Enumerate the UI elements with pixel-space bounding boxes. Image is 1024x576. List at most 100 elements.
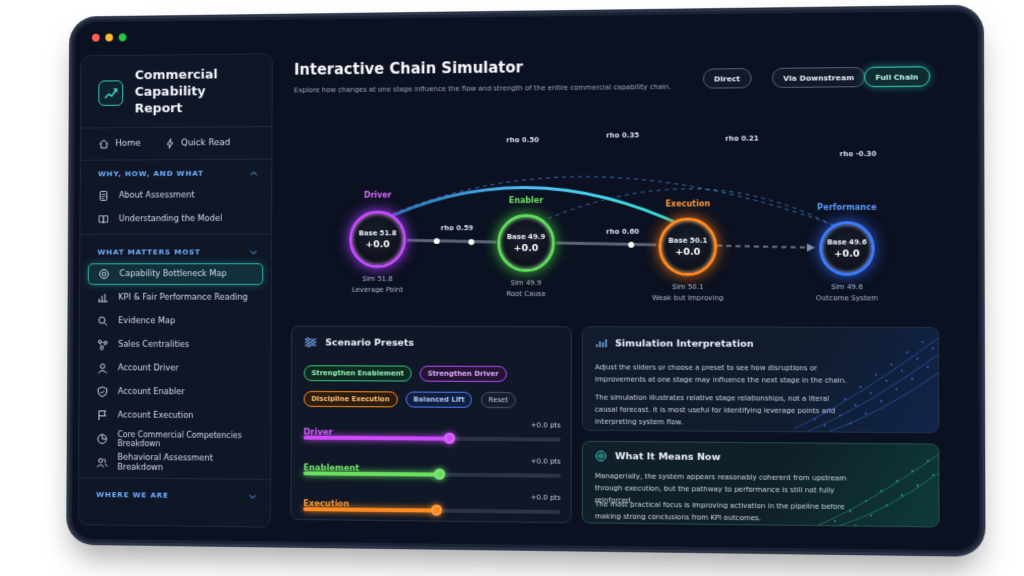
slider-track[interactable] <box>303 504 561 516</box>
slider-enablement: Enablement +0.0 pts <box>303 455 561 480</box>
flow-dot <box>433 238 440 245</box>
sidebar-item-account-driver[interactable]: Account Driver <box>87 357 263 379</box>
sidebar-item-label: Account Execution <box>117 410 194 421</box>
slider-track[interactable] <box>303 468 561 480</box>
sidebar-item-core-competencies[interactable]: Core Commercial Competencies Breakdown <box>87 428 263 451</box>
node-enabler-title: Enabler <box>508 195 544 206</box>
node-sim: Sim 49.9 <box>510 278 542 288</box>
book-icon <box>98 213 110 225</box>
document-icon <box>98 190 110 202</box>
sidebar-item-label: About Assessment <box>118 190 195 201</box>
node-sim: Sim 50.1 <box>672 283 704 292</box>
node-enabler[interactable]: Base 49.9 +0.0 <box>497 213 556 273</box>
node-role: Outcome System <box>816 294 879 303</box>
slider-handle[interactable] <box>433 468 445 480</box>
home-icon <box>98 138 110 150</box>
what-it-means-panel: What It Means Now Managerially, the syst… <box>581 440 940 528</box>
node-delta: +0.0 <box>513 242 539 254</box>
mode-direct-button[interactable]: Direct <box>702 68 752 89</box>
quick-read-button[interactable]: Quick Read <box>158 135 236 151</box>
sidebar-item-sales-centralities[interactable]: Sales Centralities <box>87 334 263 356</box>
preset-reset[interactable]: Reset <box>480 391 516 409</box>
section-where-we-are[interactable]: WHERE WE ARE <box>79 482 270 506</box>
slider-track[interactable] <box>303 432 561 444</box>
bar-chart-icon <box>97 292 109 304</box>
meaning-title: What It Means Now <box>614 450 721 463</box>
link-enabler-execution <box>556 243 656 245</box>
node-driver-title: Driver <box>363 190 392 200</box>
scenario-presets-panel: Scenario Presets Strengthen Enablement S… <box>290 325 572 524</box>
page-subtitle: Explore how changes at one stage influen… <box>293 82 672 95</box>
preset-discipline-execution[interactable]: Discipline Execution <box>303 390 398 408</box>
top-nav: Home Quick Read <box>80 126 272 161</box>
slider-fill <box>303 435 450 441</box>
rho-arc-3: rho -0.30 <box>839 149 877 159</box>
section-what-matters-most[interactable]: WHAT MATTERS MOST <box>80 239 271 262</box>
interpretation-paragraph-1: Adjust the sliders or choose a preset to… <box>594 363 847 385</box>
preset-balanced-lift[interactable]: Balanced Lift <box>405 391 473 408</box>
slider-fill <box>303 471 439 477</box>
node-delta: +0.0 <box>675 246 701 258</box>
sidebar-item-label: Evidence Map <box>118 316 176 327</box>
mode-via-downstream-button[interactable]: Via Downstream <box>771 66 866 89</box>
node-delta: +0.0 <box>834 247 860 260</box>
sidebar-item-understanding-model[interactable]: Understanding the Model <box>88 208 263 230</box>
sidebar-item-account-execution[interactable]: Account Execution <box>87 404 263 427</box>
rho-arc-1: rho 0.35 <box>606 131 640 140</box>
scenario-presets-header: Scenario Presets <box>304 336 414 348</box>
simulation-interpretation-panel: Simulation Interpretation Adjust the sli… <box>581 326 940 434</box>
node-execution-caption: Sim 50.1 Weak but Improving <box>637 282 738 304</box>
interpretation-header: Simulation Interpretation <box>595 337 754 350</box>
node-role: Leverage Point <box>351 285 404 294</box>
mode-full-chain-button[interactable]: Full Chain <box>864 66 930 88</box>
close-dot[interactable] <box>91 33 100 42</box>
node-performance[interactable]: Base 49.6 +0.0 <box>819 221 875 276</box>
preset-strengthen-driver[interactable]: Strengthen Driver <box>419 365 507 383</box>
sidebar-item-capability-bottleneck-map[interactable]: Capability Bottleneck Map <box>87 263 264 285</box>
section-why-how-what[interactable]: WHY, HOW, AND WHAT <box>81 160 272 184</box>
flow-dot <box>628 241 635 248</box>
brand: Commercial Capability Report <box>81 66 272 127</box>
window-controls <box>91 33 127 42</box>
chain-diagram: rho 0.50 rho 0.35 rho 0.21 rho -0.30 rho… <box>280 107 952 311</box>
sidebar-item-label: Capability Bottleneck Map <box>119 269 227 280</box>
sidebar-item-evidence-map[interactable]: Evidence Map <box>87 310 263 332</box>
node-base: Base 49.9 <box>506 232 546 241</box>
sidebar-item-about-assessment[interactable]: About Assessment <box>88 184 263 206</box>
main-content: Interactive Chain Simulator Explore how … <box>279 46 952 536</box>
sidebar-item-label: Account Driver <box>117 363 179 374</box>
home-button[interactable]: Home <box>92 136 146 152</box>
rho-arc-main: rho 0.50 <box>506 136 540 145</box>
slider-handle[interactable] <box>431 504 443 516</box>
sidebar-item-behavioral-assessment[interactable]: Behavioral Assessment Breakdown <box>87 452 263 475</box>
sidebar-item-account-enabler[interactable]: Account Enabler <box>87 381 263 404</box>
user-icon <box>97 362 109 374</box>
link-execution-performance <box>717 246 809 248</box>
preset-strengthen-enablement[interactable]: Strengthen Enablement <box>303 365 412 382</box>
flow-dot <box>468 239 475 246</box>
network-icon <box>97 339 109 351</box>
pie-chart-icon <box>96 433 108 445</box>
bar-chart-icon <box>595 337 607 349</box>
minimize-dot[interactable] <box>105 33 114 42</box>
users-icon <box>96 457 108 469</box>
divider <box>80 233 272 236</box>
target-icon <box>595 450 607 462</box>
sidebar-item-label: Core Commercial Competencies Breakdown <box>117 430 242 449</box>
sliders-icon <box>304 336 318 348</box>
node-base: Base 49.6 <box>827 237 867 247</box>
node-driver-caption: Sim 51.8 Leverage Point <box>328 274 426 296</box>
maximize-dot[interactable] <box>118 33 127 42</box>
node-performance-title: Performance <box>817 202 877 213</box>
node-driver[interactable]: Base 51.8 +0.0 <box>349 210 407 269</box>
slider-handle[interactable] <box>444 432 456 444</box>
section-title: WHERE WE ARE <box>96 490 169 500</box>
node-execution[interactable]: Base 50.1 +0.0 <box>658 217 718 276</box>
sidebar-item-label: KPI & Fair Performance Reading <box>118 292 248 303</box>
section-title: WHAT MATTERS MOST <box>97 247 201 257</box>
rho-enabler-execution: rho 0.60 <box>606 227 640 236</box>
sidebar-item-label: Sales Centralities <box>118 339 190 350</box>
home-label: Home <box>115 138 141 149</box>
sidebar-item-kpi-fair-performance[interactable]: KPI & Fair Performance Reading <box>88 287 263 309</box>
app-window: Commercial Capability Report Home Quick … <box>71 10 980 551</box>
